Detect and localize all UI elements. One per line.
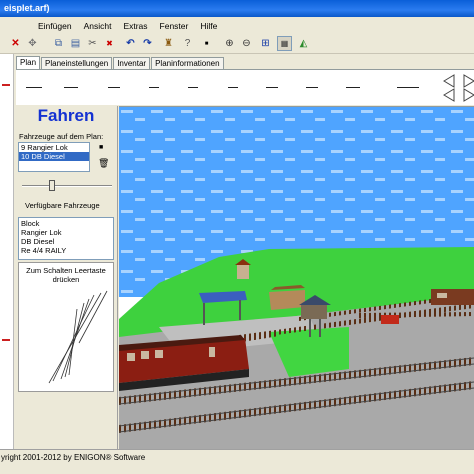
paste-icon: ▤ (70, 38, 81, 49)
list-item[interactable]: Rangier Lok (19, 228, 113, 237)
stop-square-icon: ■ (99, 144, 104, 151)
view-icon: ◭ (299, 38, 308, 49)
title-bar: eisplet.arf) (0, 0, 474, 17)
figure-button[interactable]: ♜ (161, 36, 176, 51)
info-button[interactable]: ? (180, 36, 195, 51)
vehicles-on-plan-label: Fahrzeuge auf dem Plan: (19, 132, 104, 141)
track-piece[interactable] (346, 87, 360, 88)
track-piece[interactable] (64, 87, 78, 88)
grid-button[interactable]: ▦ (277, 36, 292, 51)
switch-preview: Zum Schalten Leertaste drücken (18, 262, 114, 392)
zoom-in-button[interactable]: ⊕ (222, 36, 237, 51)
cut-icon: ✂ (88, 38, 97, 49)
tab-plan-settings[interactable]: Planeinstellungen (41, 57, 113, 69)
panel-heading: Fahren (37, 106, 95, 125)
list-item[interactable]: Block (19, 219, 113, 228)
menu-extras[interactable]: Extras (117, 21, 153, 31)
view-button[interactable]: ◭ (296, 36, 311, 51)
tab-bar: Plan Planeinstellungen Inventar Planinfo… (16, 56, 225, 69)
tab-inventory[interactable]: Inventar (113, 57, 151, 69)
cut-button[interactable]: ✂ (85, 36, 100, 51)
menu-view[interactable]: Ansicht (78, 21, 118, 31)
delete-vehicle-button[interactable]: 🗑 (98, 158, 109, 169)
menu-help[interactable]: Hilfe (194, 21, 223, 31)
stop-button[interactable]: ✕ (8, 36, 23, 51)
zoom-in-icon: ⊕ (225, 38, 234, 49)
track-piece[interactable] (228, 87, 238, 88)
fit-icon: ⊞ (261, 38, 270, 49)
redo-icon: ↷ (143, 38, 152, 49)
track-piece[interactable] (108, 87, 120, 88)
status-text: yright 2001-2012 by ENIGON® Software (1, 453, 146, 462)
left-strip (0, 54, 14, 449)
stop-icon: ✕ (11, 38, 20, 49)
scene-view (119, 107, 474, 449)
zoom-out-icon: ⊖ (242, 38, 251, 49)
strip-marker (2, 84, 10, 86)
record-icon: ■ (204, 40, 209, 47)
drive-panel: Fahren Fahrzeuge auf dem Plan: 9 Rangier… (16, 106, 118, 449)
paste-button[interactable]: ▤ (68, 36, 83, 51)
move-icon: ✥ (28, 38, 37, 49)
toolbar: ✕ ✥ ⧉ ▤ ✂ ✖ ↶ ↷ ♜ ? ■ ⊕ ⊖ ⊞ ▦ ◭ (0, 34, 474, 54)
list-item[interactable]: 10 DB Diesel (19, 152, 89, 161)
redo-button[interactable]: ↷ (140, 36, 155, 51)
undo-icon: ↶ (126, 38, 135, 49)
window-title: eisplet.arf) (4, 3, 50, 13)
menu-insert[interactable]: Einfügen (32, 21, 78, 31)
trash-icon: 🗑 (98, 158, 110, 168)
list-item[interactable]: Re 4/4 RAILY (19, 246, 113, 255)
stop-vehicle-button[interactable]: ■ (99, 144, 103, 151)
track-piece[interactable] (397, 87, 419, 88)
menu-window[interactable]: Fenster (154, 21, 195, 31)
info-icon: ? (184, 38, 191, 49)
vehicles-on-plan-list[interactable]: 9 Rangier Lok 10 DB Diesel (18, 142, 90, 172)
strip-marker (2, 339, 10, 341)
list-item-label: 9 Rangier Lok (21, 143, 68, 152)
list-item-label: 10 DB Diesel (21, 152, 65, 161)
move-button[interactable]: ✥ (25, 36, 40, 51)
grid-icon: ▦ (280, 39, 289, 48)
3d-viewport[interactable] (119, 106, 474, 449)
fit-button[interactable]: ⊞ (258, 36, 273, 51)
track-piece[interactable] (26, 87, 42, 88)
app-window: eisplet.arf) Einfügen Ansicht Extras Fen… (0, 0, 474, 474)
menu-bar: Einfügen Ansicht Extras Fenster Hilfe (0, 17, 474, 34)
copy-icon: ⧉ (54, 38, 63, 49)
track-palette (16, 69, 474, 105)
track-piece[interactable] (149, 87, 159, 88)
track-piece[interactable] (266, 87, 278, 88)
tab-plan-info[interactable]: Planinformationen (151, 57, 224, 69)
delete-icon: ✖ (106, 39, 113, 48)
status-bar: yright 2001-2012 by ENIGON® Software (0, 449, 474, 474)
copy-button[interactable]: ⧉ (51, 36, 66, 51)
small-wagon (381, 315, 399, 324)
undo-button[interactable]: ↶ (123, 36, 138, 51)
track-piece[interactable] (306, 87, 318, 88)
delete-button[interactable]: ✖ (102, 36, 117, 51)
red-train-right (431, 289, 474, 305)
list-item[interactable]: 9 Rangier Lok (19, 143, 89, 152)
speed-slider-track[interactable] (22, 185, 112, 187)
zoom-out-button[interactable]: ⊖ (239, 36, 254, 51)
direction-arrows-icon[interactable] (442, 73, 474, 103)
speed-slider-thumb[interactable] (49, 180, 55, 191)
record-button[interactable]: ■ (199, 36, 214, 51)
list-item[interactable]: DB Diesel (19, 237, 113, 246)
track-piece[interactable] (188, 87, 198, 88)
switch-diagram-icon[interactable] (19, 263, 113, 391)
house (237, 265, 249, 279)
available-vehicles-list[interactable]: Block Rangier Lok DB Diesel Re 4/4 RAILY (18, 217, 114, 260)
figure-icon: ♜ (164, 38, 173, 49)
tab-plan[interactable]: Plan (16, 56, 41, 69)
available-vehicles-label: Verfügbare Fahrzeuge (25, 201, 100, 210)
